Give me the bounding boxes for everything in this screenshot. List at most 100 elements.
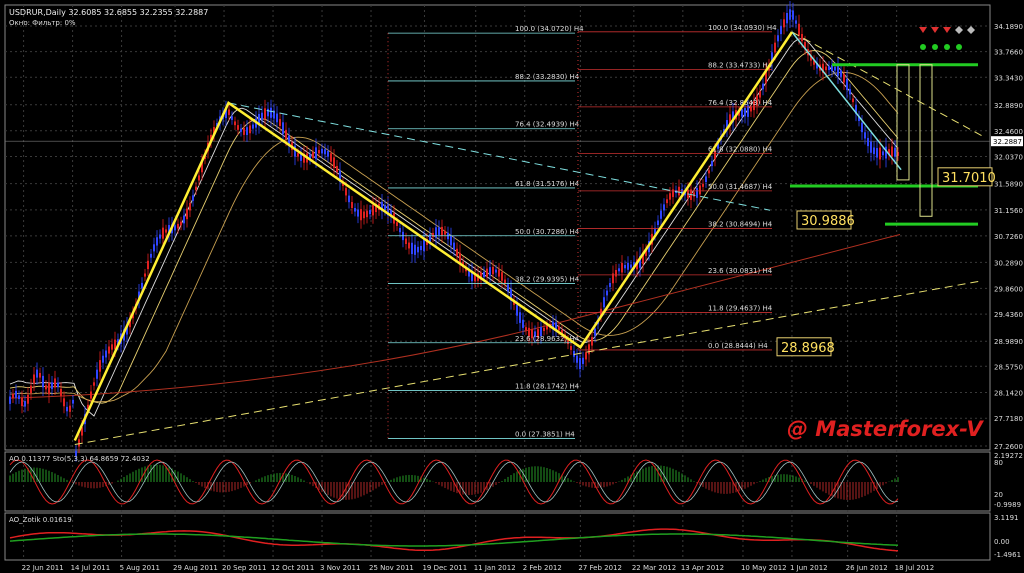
candle-body [54,378,56,388]
candle-body [18,395,20,400]
y-tick-label: 28.5750 [994,363,1023,371]
candle-body [336,165,338,173]
x-tick-label: 11 Jan 2012 [474,564,516,572]
candle-body [417,246,419,253]
candle-body [411,242,413,255]
y-tick-label: 32.4600 [994,128,1023,136]
candle-body [450,235,452,246]
candle-body [318,150,320,154]
candle-body [516,305,518,316]
ao-tick-label: 80 [994,459,1003,467]
price-chart[interactable]: 100.0 (34.0720) H4 88.2 (33.2830) H4 76.4 … [0,0,1024,573]
fib-label-right: 100.0 (34.0930) H4 [708,24,777,32]
candle-body [333,157,335,168]
candle-body [486,268,488,277]
time-axis: 22 Jun 2011 14 Jul 2011 5 Aug 2011 29 Aug 2… [22,564,935,572]
candle-body [423,239,425,252]
y-tick-label: 31.1560 [994,207,1023,215]
candle-body [837,65,839,76]
candle-body [627,262,629,270]
candle-body [108,346,110,354]
candle-body [147,260,149,270]
candle-body [519,312,521,323]
fib-label-left: 76.4 (32.4939) H4 [515,121,580,129]
candle-body [360,209,362,221]
candle-body [882,151,884,156]
candle-body [183,215,185,224]
fib-label-right: 11.8 (29.4637) H4 [708,304,773,312]
candle-body [456,248,458,256]
candle-body [42,375,44,388]
candle-body [12,393,14,398]
candle-body [876,148,878,158]
candle-body [870,141,872,153]
x-tick-label: 20 Sep 2011 [222,564,266,572]
candle-body [96,369,98,379]
candle-body [141,282,143,289]
candle-body [825,66,827,71]
candle-body [366,210,368,218]
candle-body [759,91,761,98]
fib-label-right: 61.8 (32.0880) H4 [708,145,773,153]
candle-body [348,195,350,203]
ao-tick-label: 20 [994,491,1003,499]
candle-body [615,269,617,277]
candle-body [699,185,701,195]
candle-body [579,358,581,370]
candle-body [453,242,455,250]
x-tick-label: 2 Feb 2012 [523,564,562,572]
candle-body [162,227,164,239]
x-tick-label: 25 Nov 2011 [369,564,414,572]
candle-body [504,279,506,284]
candle-body [9,396,11,404]
candle-body [741,109,743,117]
candle-body [45,385,47,390]
candle-body [522,319,524,328]
candle-body [438,227,440,235]
candle-body [252,124,254,129]
fib-label-right: 23.6 (30.0831) H4 [708,267,773,275]
x-tick-label: 3 Nov 2011 [320,564,360,572]
candle-body [594,328,596,336]
candle-body [228,109,230,115]
candle-body [174,225,176,231]
candle-body [237,125,239,130]
candle-body [192,195,194,201]
candle-body [345,188,347,196]
fib-label-right: 88.2 (33.4733) H4 [708,61,773,69]
current-price-label: 32.2887 [993,138,1022,146]
candle-body [249,125,251,134]
candle-body [39,373,41,378]
candle-body [663,204,665,211]
candle-body [327,150,329,157]
fib-label-left: 61.8 (31.5176) H4 [515,180,580,188]
candle-body [495,269,497,273]
candle-body [246,127,248,136]
candle-body [72,399,74,404]
x-tick-label: 29 Aug 2011 [173,564,218,572]
candle-body [666,199,668,204]
candle-body [285,129,287,139]
candle-body [621,262,623,273]
candle-body [867,137,869,147]
candle-body [891,146,893,157]
y-tick-label: 34.1890 [994,23,1023,31]
x-tick-label: 26 Jun 2012 [846,564,888,572]
candle-body [63,398,65,407]
candle-body [177,223,179,229]
candle-body [441,226,443,236]
candle-body [849,89,851,95]
x-tick-label: 27 Feb 2012 [578,564,622,572]
candle-body [507,284,509,292]
candle-body [786,12,788,24]
y-tick-label: 29.4360 [994,311,1023,319]
candle-body [624,265,626,269]
candle-body [315,147,317,160]
candle-body [774,42,776,53]
candle-body [399,228,401,233]
candle-body [405,238,407,245]
x-tick-label: 10 May 2012 [741,564,787,572]
candle-body [264,108,266,120]
candle-body [243,127,245,135]
candle-body [384,205,386,211]
